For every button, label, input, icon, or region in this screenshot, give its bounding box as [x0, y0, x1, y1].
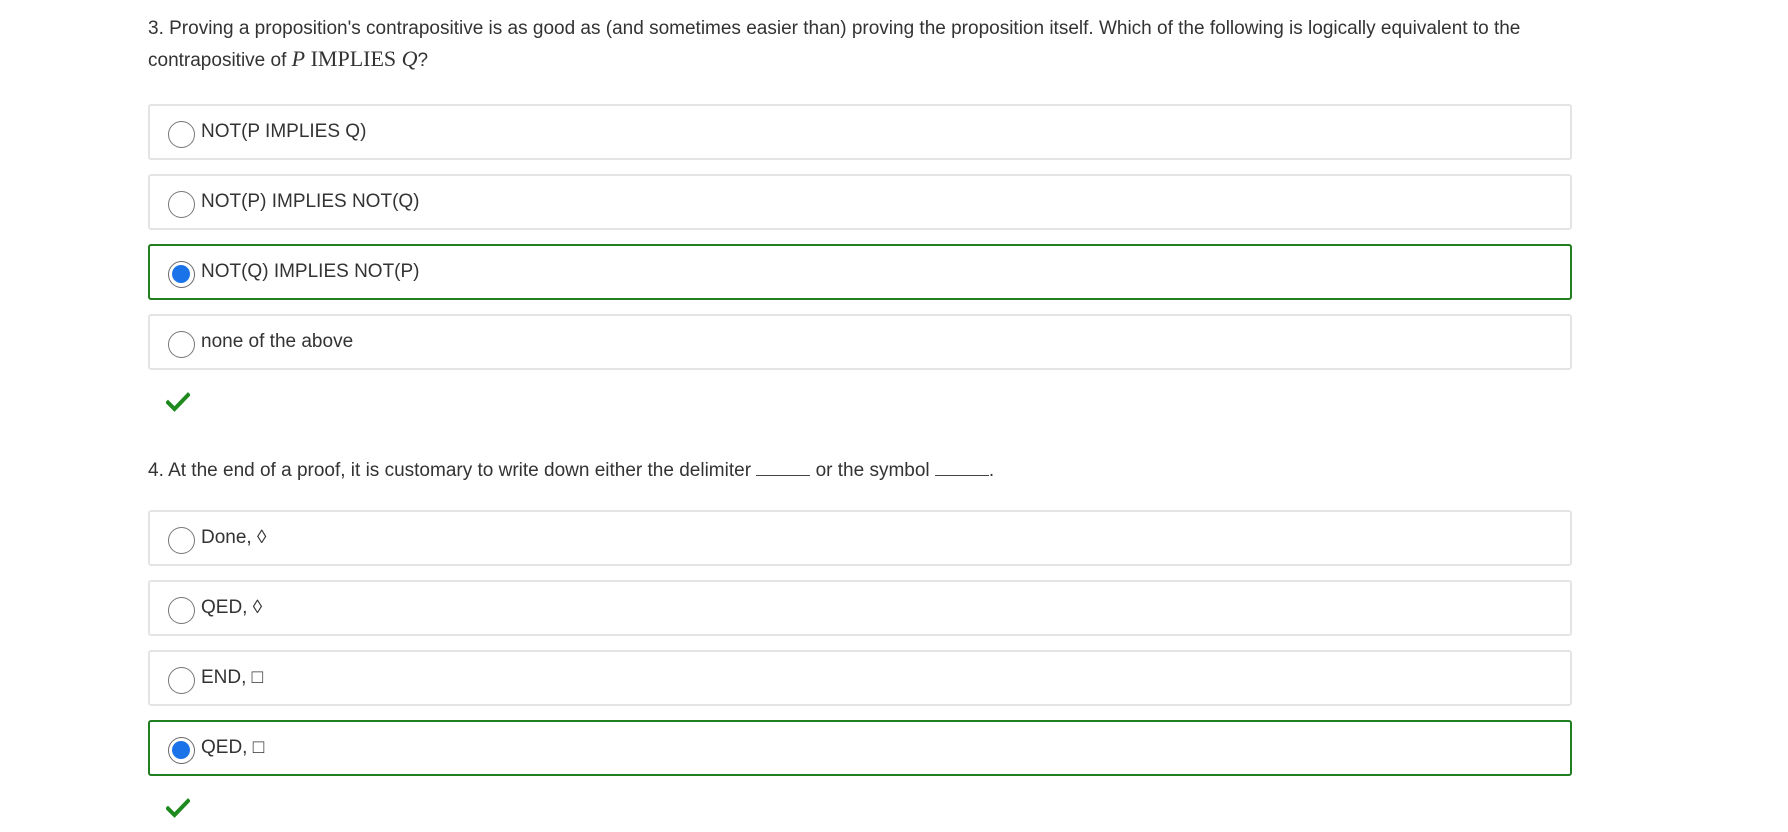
q4-option-2[interactable]: QED, ◊	[148, 580, 1572, 636]
option-label: END, □	[201, 667, 264, 688]
checkmark-icon	[165, 798, 191, 818]
blank-line	[934, 459, 989, 476]
option-label: QED, ◊	[201, 597, 263, 618]
math-implies: IMPLIES	[310, 46, 397, 71]
radio-button-selected[interactable]	[168, 736, 195, 764]
question-4-text-1: 4. At the end of a proof, it is customar…	[148, 460, 757, 481]
radio-button[interactable]	[168, 120, 195, 148]
q3-option-4[interactable]: none of the above	[148, 314, 1572, 370]
blank-line	[756, 459, 811, 476]
option-label: Done, ◊	[201, 527, 267, 548]
radio-button-selected[interactable]	[168, 260, 195, 288]
radio-button[interactable]	[168, 190, 195, 218]
radio-button[interactable]	[168, 330, 195, 358]
question-3-end: ?	[417, 50, 429, 71]
math-expression: P IMPLIES Q	[292, 46, 418, 71]
question-4-prompt: 4. At the end of a proof, it is customar…	[148, 456, 1563, 486]
radio-button[interactable]	[168, 526, 195, 554]
q3-option-2[interactable]: NOT(P) IMPLIES NOT(Q)	[148, 174, 1572, 230]
q4-option-4[interactable]: QED, □	[148, 720, 1572, 776]
question-3-prompt: 3. Proving a proposition's contrapositiv…	[148, 14, 1563, 76]
math-q: Q	[401, 46, 418, 71]
q4-option-3[interactable]: END, □	[148, 650, 1572, 706]
q3-option-1[interactable]: NOT(P IMPLIES Q)	[148, 104, 1572, 160]
option-label: none of the above	[201, 331, 354, 352]
question-4: 4. At the end of a proof, it is customar…	[148, 456, 1572, 823]
q4-option-1[interactable]: Done, ◊	[148, 510, 1572, 566]
radio-button[interactable]	[168, 596, 195, 624]
quiz-page: 3. Proving a proposition's contrapositiv…	[0, 0, 1788, 832]
question-4-end: .	[988, 460, 995, 481]
q3-option-3[interactable]: NOT(Q) IMPLIES NOT(P)	[148, 244, 1572, 300]
math-p: P	[291, 46, 306, 71]
option-label: NOT(P) IMPLIES NOT(Q)	[201, 191, 420, 212]
option-label: QED, □	[201, 737, 265, 758]
option-label: NOT(Q) IMPLIES NOT(P)	[201, 261, 420, 282]
question-4-text-2: or the symbol	[810, 460, 935, 481]
question-3: 3. Proving a proposition's contrapositiv…	[148, 14, 1572, 417]
option-label: NOT(P IMPLIES Q)	[201, 121, 367, 142]
checkmark-icon	[165, 392, 191, 412]
radio-button[interactable]	[168, 666, 195, 694]
